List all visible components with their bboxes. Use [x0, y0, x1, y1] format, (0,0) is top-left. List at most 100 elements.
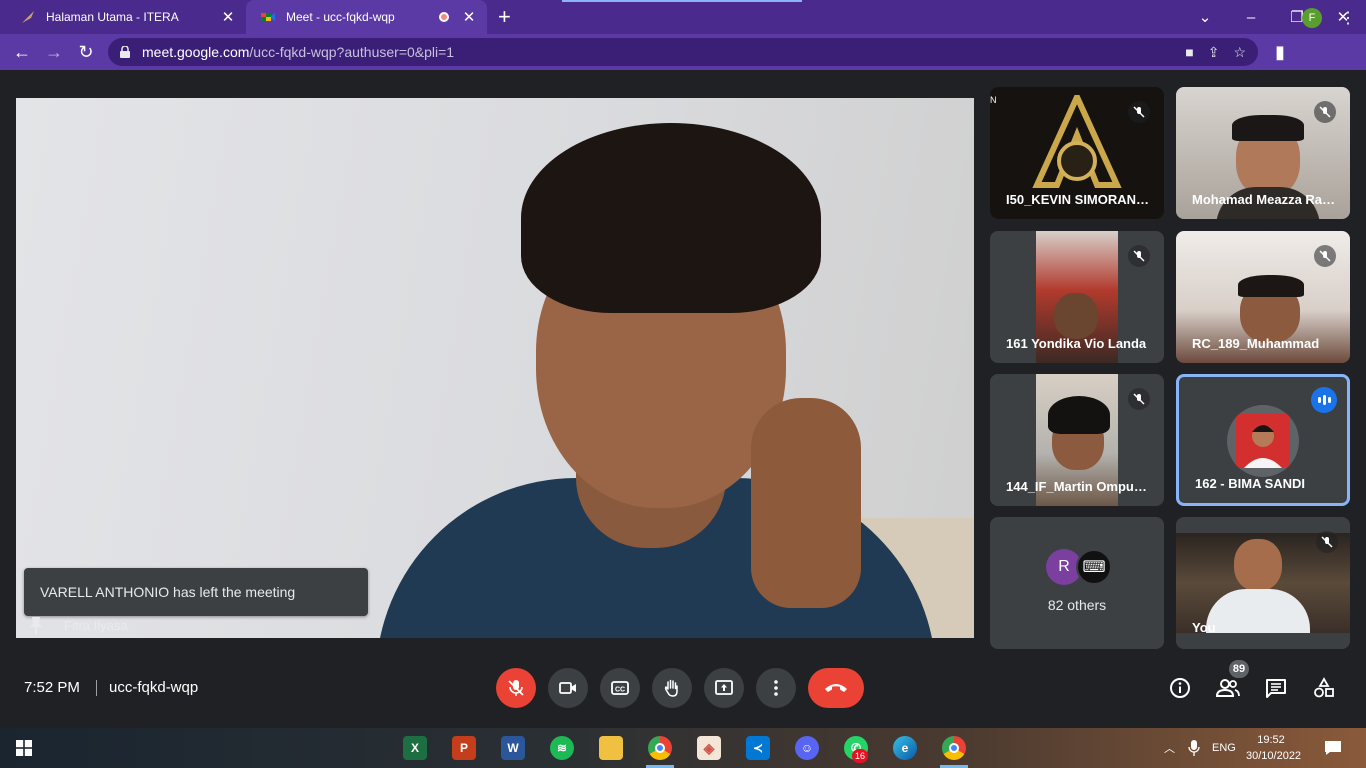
notification-center-icon[interactable] [1324, 740, 1342, 756]
reload-icon[interactable]: ↻ [72, 38, 100, 66]
taskbar-clock[interactable]: 19:52 30/10/2022 [1246, 732, 1302, 764]
mic-off-icon [1314, 101, 1336, 123]
recording-indicator-icon [439, 12, 449, 22]
participant-tile[interactable]: RC_189_Muhammad [1176, 231, 1350, 363]
meeting-details-button[interactable] [1168, 676, 1192, 700]
activities-button[interactable] [1312, 676, 1336, 700]
url-path: /ucc-fqkd-wqp?authuser=0&pli=1 [249, 44, 455, 60]
tile-person-face [1054, 293, 1098, 339]
video-person-hair [521, 123, 821, 313]
participant-name: You [1192, 620, 1216, 635]
participant-name: Mohamad Meazza Ramadhan [1192, 192, 1337, 207]
mic-off-icon [1128, 101, 1150, 123]
file-explorer-icon[interactable] [599, 736, 623, 760]
present-screen-button[interactable] [704, 668, 744, 708]
whatsapp-unread-badge: 16 [852, 749, 868, 763]
language-indicator[interactable]: ENG [1212, 728, 1236, 768]
tab-close-icon[interactable]: ✕ [461, 8, 477, 26]
browser-tab-strip: Halaman Utama - ITERA ✕ Meet - ucc-fqkd-… [0, 0, 1366, 34]
gold-emblem-icon [1032, 95, 1122, 188]
participant-tile[interactable]: N I50_KEVIN SIMORANGKIR [990, 87, 1164, 219]
present-icon [715, 680, 733, 695]
tab-itera[interactable]: Halaman Utama - ITERA ✕ [6, 0, 246, 34]
captions-button[interactable]: CC [600, 668, 640, 708]
others-count: 82 others [1047, 597, 1107, 613]
tab-meet[interactable]: Meet - ucc-fqkd-wqp ✕ [246, 0, 487, 34]
tile-person-hair [1048, 396, 1110, 434]
chrome-profile-icon[interactable] [942, 736, 966, 760]
browser-menu-icon[interactable]: ⋮ [1340, 8, 1356, 28]
back-arrow-icon[interactable]: ← [8, 38, 36, 66]
main-speaker-video: VARELL ANTHONIO has left the meeting Fit… [16, 98, 974, 638]
excel-icon[interactable]: X [403, 736, 427, 760]
chrome-icon[interactable] [648, 736, 672, 760]
participant-name: 161 Yondika Vio Landa [1006, 336, 1147, 351]
svg-text:CC: CC [615, 687, 625, 694]
raise-hand-button[interactable] [652, 668, 692, 708]
participant-tile[interactable]: 161 Yondika Vio Landa [990, 231, 1164, 363]
tab-close-icon[interactable]: ✕ [220, 8, 236, 26]
camera-icon [559, 682, 576, 694]
shapes-icon [1314, 677, 1334, 698]
participant-name: 144_IF_Martin Ompusunggu [1006, 479, 1151, 494]
pin-icon[interactable] [28, 616, 44, 634]
mic-off-icon [1316, 531, 1338, 553]
leave-call-button[interactable] [808, 668, 864, 708]
hang-up-icon [825, 684, 847, 692]
windows-start-icon[interactable] [16, 740, 32, 756]
people-icon [1216, 679, 1240, 697]
spotify-icon[interactable]: ≋ [550, 736, 574, 760]
mic-off-icon [508, 680, 524, 696]
main-speaker-name: Fitra Ilyasa [64, 618, 128, 633]
share-icon[interactable]: ⇪ [1208, 44, 1220, 61]
chat-button[interactable] [1264, 676, 1288, 700]
camera-toggle-button[interactable] [548, 668, 588, 708]
speaking-indicator-icon [1311, 387, 1337, 413]
participant-tile[interactable]: Mohamad Meazza Ramadhan [1176, 87, 1350, 219]
tab-loading-bar [562, 0, 802, 2]
tile-corner-letter: N [990, 95, 997, 105]
self-tile[interactable]: You [1176, 517, 1350, 649]
new-tab-plus-icon[interactable]: + [498, 6, 511, 28]
url-host: meet.google.com [142, 44, 250, 60]
windows-taskbar: X P W ≋ ◈ ≺ ☺ ✆ e ︿ ENG 19:52 30/10/2022 [0, 728, 1366, 768]
participant-name: RC_189_Muhammad [1192, 336, 1320, 351]
mic-off-icon [1314, 245, 1336, 267]
minimize-icon[interactable]: – [1228, 0, 1274, 34]
tray-overflow-chevron-icon[interactable]: ︿ [1164, 728, 1175, 768]
camera-in-use-icon[interactable]: ■ [1185, 44, 1193, 60]
bookmark-star-icon[interactable]: ☆ [1233, 44, 1246, 61]
video-person-hand [751, 398, 861, 608]
forward-arrow-icon[interactable]: → [40, 38, 68, 66]
edge-icon[interactable]: e [893, 736, 917, 760]
participant-left-toast: VARELL ANTHONIO has left the meeting [24, 568, 368, 616]
participant-name: I50_KEVIN SIMORANGKIR [1006, 192, 1151, 207]
profile-avatar[interactable]: F [1302, 8, 1322, 28]
others-tile[interactable]: R ⌨ 82 others [990, 517, 1164, 649]
participants-button[interactable] [1216, 676, 1240, 700]
meeting-time: 7:52 PM [24, 679, 80, 696]
avatar-photo-icon [1236, 414, 1290, 468]
mic-toggle-button[interactable] [496, 668, 536, 708]
participant-tile-speaking[interactable]: 162 - BIMA SANDI [1176, 374, 1350, 506]
side-panel-icon[interactable]: ▮ [1266, 38, 1294, 66]
address-bar[interactable]: meet.google.com /ucc-fqkd-wqp?authuser=0… [108, 38, 1258, 66]
participant-tile[interactable]: 144_IF_Martin Ompusunggu [990, 374, 1164, 506]
tray-microphone-icon[interactable] [1188, 740, 1200, 756]
layers-app-icon[interactable]: ◈ [697, 736, 721, 760]
word-icon[interactable]: W [501, 736, 525, 760]
chat-icon [1266, 679, 1286, 698]
powerpoint-icon[interactable]: P [452, 736, 476, 760]
discord-icon[interactable]: ☺ [795, 736, 819, 760]
browser-toolbar: ← → ↻ meet.google.com /ucc-fqkd-wqp?auth… [0, 34, 1366, 70]
tile-person-hair [1232, 115, 1304, 141]
itera-favicon-icon [22, 11, 34, 23]
raise-hand-icon [664, 679, 678, 697]
tile-person-hair [1238, 275, 1304, 297]
vscode-icon[interactable]: ≺ [746, 736, 770, 760]
more-options-button[interactable] [756, 668, 796, 708]
meeting-code: ucc-fqkd-wqp [109, 679, 199, 696]
lock-icon [120, 46, 130, 58]
tab-search-chevron-icon[interactable]: ⌄ [1182, 0, 1228, 34]
taskbar-date: 30/10/2022 [1246, 750, 1302, 762]
